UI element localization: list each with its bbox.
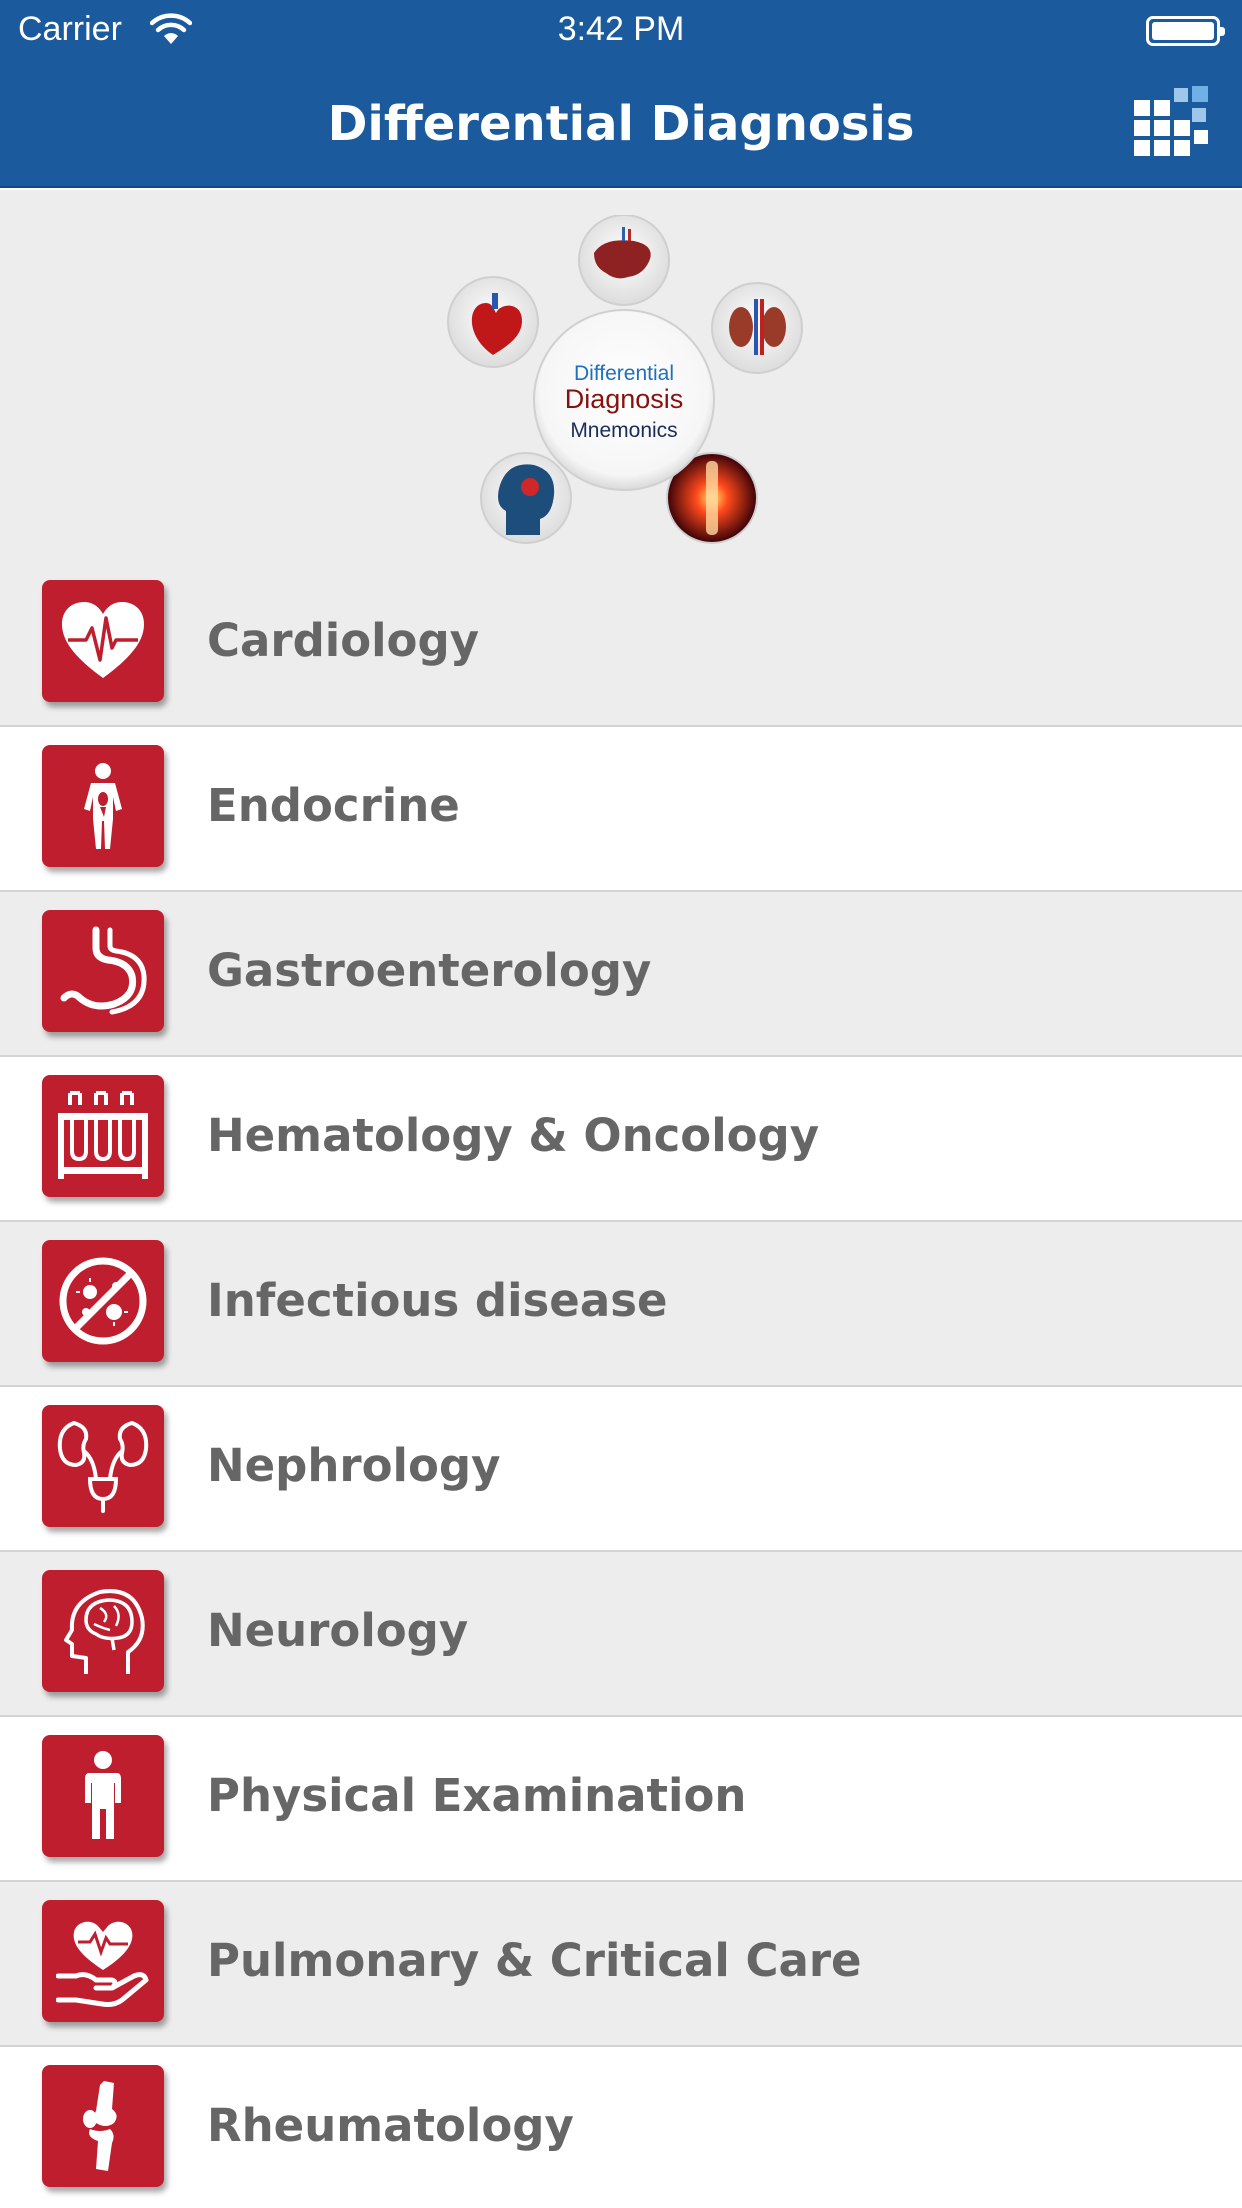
liver-icon [578, 215, 670, 306]
item-label: Nephrology [207, 1439, 501, 1492]
kidneys-icon [42, 1405, 164, 1527]
item-label: Infectious disease [207, 1274, 668, 1327]
app-logo: Differential Diagnosis Mnemonics [447, 215, 803, 544]
body-organs-icon [42, 745, 164, 867]
battery-icon [1146, 16, 1225, 46]
stomach-icon [42, 910, 164, 1032]
item-label: Neurology [207, 1604, 469, 1657]
list-item-infectious-disease[interactable]: Infectious disease [0, 1222, 1242, 1387]
status-time: 3:42 PM [557, 10, 685, 48]
list-item-gastroenterology[interactable]: Gastroenterology [0, 892, 1242, 1057]
kidney-icon [711, 282, 803, 374]
list-item-hematology-oncology[interactable]: Hematology & Oncology [0, 1057, 1242, 1222]
item-label: Hematology & Oncology [207, 1109, 820, 1162]
list-item-physical-examination[interactable]: Physical Examination [0, 1717, 1242, 1882]
person-icon [42, 1735, 164, 1857]
heart-ecg-icon [42, 580, 164, 702]
knee-joint-icon [42, 2065, 164, 2187]
nav-bar: Differential Diagnosis [0, 60, 1242, 188]
test-tubes-icon [42, 1075, 164, 1197]
head-brain-icon [42, 1570, 164, 1692]
item-label: Endocrine [207, 779, 460, 832]
page-title: Differential Diagnosis [327, 96, 915, 152]
no-germs-icon [42, 1240, 164, 1362]
brain-head-icon [480, 452, 572, 544]
category-list: Cardiology Endocrine Gastroenterology He… [0, 562, 1242, 2208]
item-label: Gastroenterology [207, 944, 652, 997]
list-item-nephrology[interactable]: Nephrology [0, 1387, 1242, 1552]
heart-organ-icon [447, 276, 539, 368]
logo-text-mnemonics: Mnemonics [570, 419, 677, 442]
item-label: Cardiology [207, 614, 480, 667]
status-bar: Carrier 3:42 PM [0, 0, 1242, 60]
list-item-rheumatology[interactable]: Rheumatology [0, 2047, 1242, 2208]
item-label: Physical Examination [207, 1769, 747, 1822]
banner: Differential Diagnosis Mnemonics [0, 190, 1242, 562]
list-item-neurology[interactable]: Neurology [0, 1552, 1242, 1717]
logo-text-differential: Differential [574, 362, 674, 385]
logo-text-diagnosis: Diagnosis [565, 384, 684, 414]
list-item-endocrine[interactable]: Endocrine [0, 727, 1242, 892]
item-label: Pulmonary & Critical Care [207, 1934, 862, 1987]
grid-menu-icon[interactable] [1134, 86, 1212, 162]
heart-in-hand-icon [42, 1900, 164, 2022]
list-item-cardiology[interactable]: Cardiology [0, 562, 1242, 727]
item-label: Rheumatology [207, 2099, 574, 2152]
list-item-pulmonary-critical-care[interactable]: Pulmonary & Critical Care [0, 1882, 1242, 2047]
